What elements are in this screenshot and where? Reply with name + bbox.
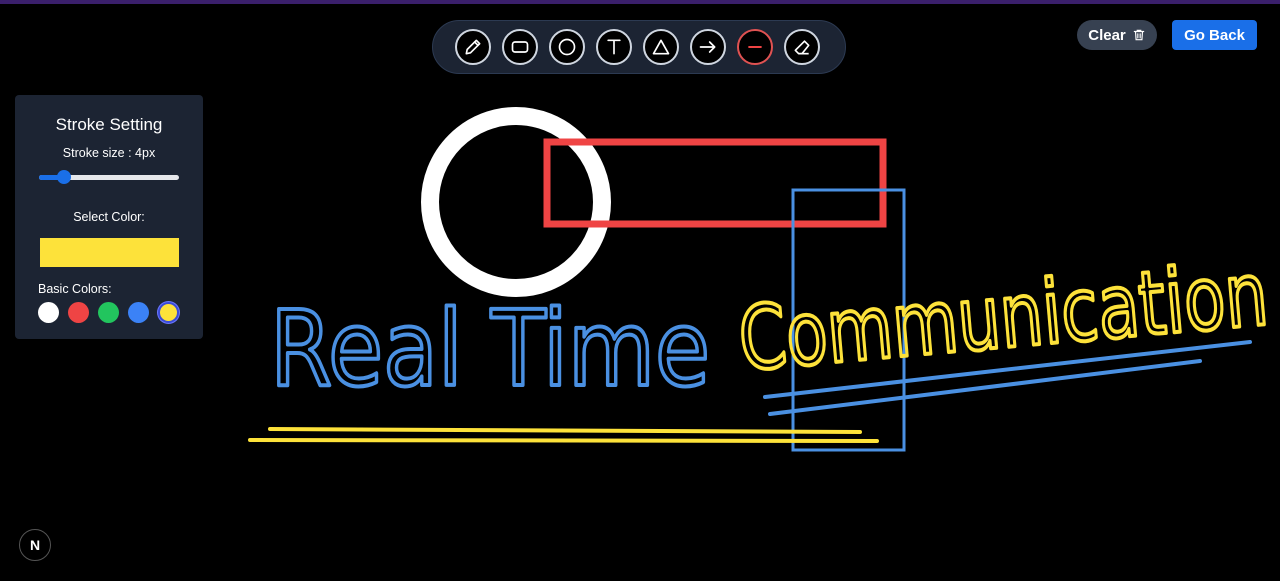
rectangle-tool[interactable] <box>502 29 538 65</box>
circle-tool[interactable] <box>549 29 585 65</box>
selected-color-swatch[interactable] <box>40 238 179 267</box>
stroke-size-slider-thumb[interactable] <box>57 170 72 184</box>
stroke-settings-panel: Stroke Setting Stroke size : 4px Select … <box>15 95 203 339</box>
clear-button-label: Clear <box>1088 26 1126 44</box>
stroke-size-label: Stroke size : 4px <box>62 146 156 160</box>
basic-color-swatch[interactable] <box>98 302 119 323</box>
drawing-toolbar <box>432 20 846 74</box>
clear-button[interactable]: Clear <box>1077 20 1157 50</box>
pencil-tool[interactable] <box>455 29 491 65</box>
panel-title: Stroke Setting <box>55 115 163 134</box>
basic-color-swatch[interactable] <box>38 302 59 323</box>
basic-color-swatch[interactable] <box>158 302 179 323</box>
line-tool[interactable] <box>737 29 773 65</box>
rectangle-icon <box>511 41 529 53</box>
basic-color-swatch[interactable] <box>128 302 149 323</box>
text-icon <box>607 39 621 55</box>
basic-colors-label: Basic Colors: <box>38 282 112 296</box>
go-back-button[interactable]: Go Back <box>1172 20 1257 50</box>
stroke-size-slider[interactable] <box>39 170 179 184</box>
pencil-icon <box>465 39 481 55</box>
drawn-yellow-underline-1 <box>268 427 862 434</box>
arrow-tool[interactable] <box>690 29 726 65</box>
basic-colors-palette <box>38 302 179 323</box>
eraser-icon <box>794 40 810 55</box>
basic-color-swatch[interactable] <box>68 302 89 323</box>
eraser-tool[interactable] <box>784 29 820 65</box>
drawn-yellow-underline-2 <box>248 438 879 443</box>
triangle-icon <box>652 39 670 55</box>
arrow-right-icon <box>699 41 716 53</box>
drawn-text-real-time: Real Time <box>270 288 710 410</box>
trash-icon <box>1133 29 1145 41</box>
text-tool[interactable] <box>596 29 632 65</box>
line-icon <box>748 45 762 49</box>
triangle-tool[interactable] <box>643 29 679 65</box>
next-badge-icon[interactable]: N <box>19 529 51 561</box>
circle-icon <box>558 38 576 56</box>
select-color-label: Select Color: <box>73 210 145 224</box>
